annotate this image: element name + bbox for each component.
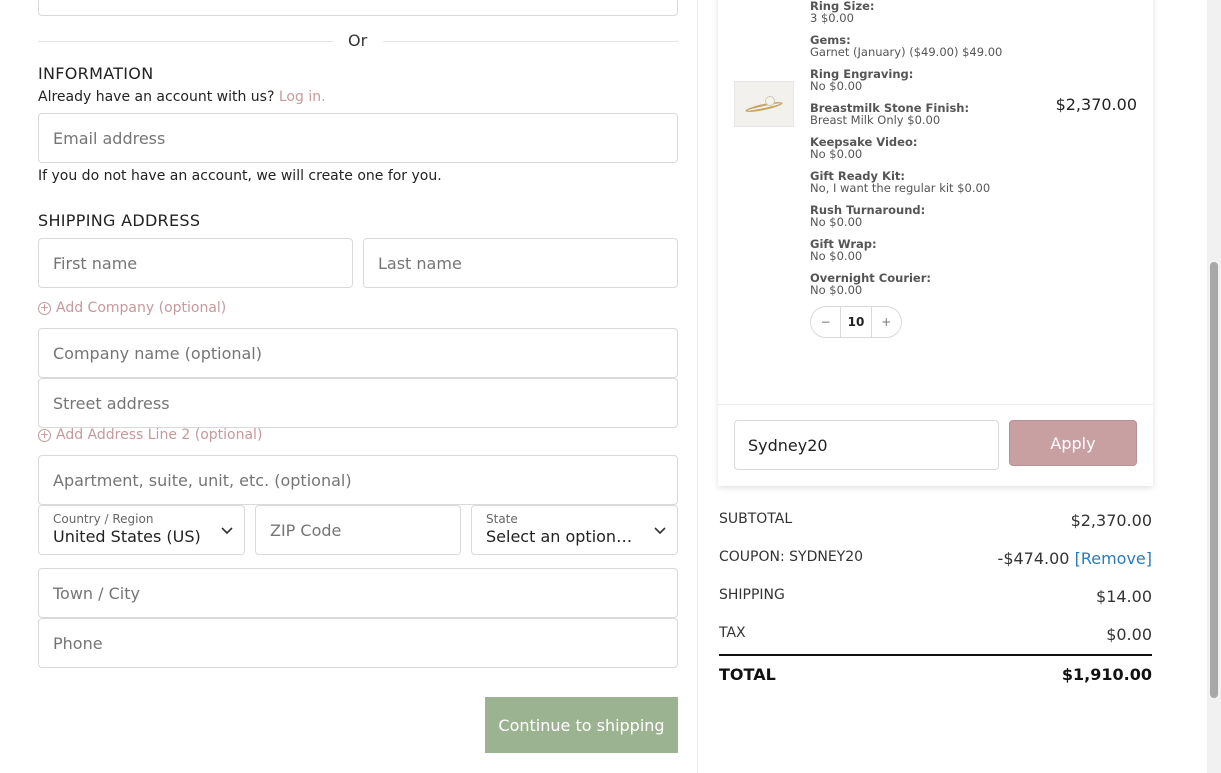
phone-field[interactable]: Phone [38,618,678,668]
quantity-decrease-button[interactable]: − [811,315,840,329]
plus-circle-icon: + [38,300,51,315]
country-select[interactable]: Country / Region United States (US) [38,505,245,555]
chevron-down-icon [654,527,666,535]
state-value: Select an option… [486,527,633,546]
coupon-row: COUPON: SYDNEY20 -$474.00 [Remove] [719,549,1152,568]
coupon-label: COUPON: SYDNEY20 [719,549,864,565]
quantity-value[interactable]: 10 [840,307,872,337]
add-address-line2-link[interactable]: + Add Address Line 2 (optional) [38,427,262,443]
quantity-increase-button[interactable]: + [872,315,901,329]
subtotal-value: $2,370.00 [1070,511,1152,530]
email-field[interactable]: Email address [38,113,678,163]
apply-coupon-button[interactable]: Apply [1009,420,1137,466]
option-value: No $0.00 [810,249,863,263]
add-address-line2-label: Add Address Line 2 (optional) [56,427,263,443]
option-value: No $0.00 [810,215,863,229]
column-divider [697,0,698,773]
plus-circle-icon: + [38,427,51,442]
option-row: Ring Engraving: No $0.00 [810,68,1050,92]
line-item-price: $2,370.00 [1055,95,1137,114]
city-field[interactable]: Town / City [38,568,678,618]
option-value: No $0.00 [810,147,863,161]
coupon-input[interactable]: Sydney20 [734,420,999,470]
option-value: Garnet (January) ($49.00) $49.00 [810,45,1003,59]
divider-right [383,41,678,42]
option-value: No $0.00 [810,283,863,297]
shipping-row: SHIPPING $14.00 [719,587,1152,606]
option-value: No, I want the regular kit $0.00 [810,181,991,195]
product-options: Ring Size: 3 $0.00 Gems: Garnet (January) … [810,0,1050,306]
account-note: If you do not have an account, we will c… [38,168,442,184]
or-separator: Or [348,31,368,50]
scrollbar-thumb[interactable] [1210,262,1218,698]
ring-stone-shape [765,96,775,106]
option-row: Breastmilk Stone Finish: Breast Milk Only… [810,102,1050,126]
option-row: Keepsake Video: No $0.00 [810,136,1050,160]
zip-field[interactable]: ZIP Code [255,505,461,555]
apartment-field[interactable]: Apartment, suite, unit, etc. (optional) [38,455,678,505]
country-value: United States (US) [53,527,201,546]
information-title: INFORMATION [38,64,154,83]
last-name-field[interactable]: Last name [363,238,678,288]
total-row: TOTAL $1,910.00 [719,665,1152,684]
option-value: No $0.00 [810,79,863,93]
page-scrollbar[interactable] [1207,0,1221,773]
total-label: TOTAL [719,665,776,684]
cart-summary-card: Ring Size: 3 $0.00 Gems: Garnet (January) … [718,0,1153,486]
previous-field[interactable] [38,0,678,16]
option-row: Gift Wrap: No $0.00 [810,238,1050,262]
first-name-field[interactable]: First name [38,238,353,288]
tax-row: TAX $0.00 [719,625,1152,644]
option-value: Breast Milk Only $0.00 [810,113,941,127]
total-value: $1,910.00 [1061,665,1152,684]
shipping-label: SHIPPING [719,587,785,603]
ring-band-shape [744,100,784,114]
tax-label: TAX [719,625,746,641]
tax-value: $0.00 [1106,625,1152,644]
total-divider [719,654,1152,656]
add-company-link[interactable]: + Add Company (optional) [38,300,226,316]
option-row: Gems: Garnet (January) ($49.00) $49.00 [810,34,1050,58]
coupon-amount-group: -$474.00 [Remove] [998,549,1152,568]
company-field[interactable]: Company name (optional) [38,328,678,378]
card-separator [718,404,1153,405]
chevron-down-icon [221,527,233,535]
state-select[interactable]: State Select an option… [471,505,678,555]
street-field[interactable]: Street address [38,378,678,428]
shipping-title: SHIPPING ADDRESS [38,211,201,230]
coupon-value: -$474.00 [997,549,1070,568]
login-link[interactable]: Log in. [279,89,326,105]
account-prompt-text: Already have an account with us? [38,89,275,105]
option-row: Gift Ready Kit: No, I want the regular ki… [810,170,1050,194]
account-prompt: Already have an account with us? Log in. [38,89,326,105]
country-label: Country / Region [53,512,154,526]
quantity-stepper: − 10 + [810,306,902,338]
continue-to-shipping-button[interactable]: Continue to shipping [485,697,678,753]
option-row: Overnight Courier: No $0.00 [810,272,1050,296]
option-row: Rush Turnaround: No $0.00 [810,204,1050,228]
divider-left [38,41,333,42]
product-thumbnail[interactable] [734,81,794,127]
option-row: Ring Size: 3 $0.00 [810,0,1050,24]
state-label: State [486,512,518,526]
add-company-label: Add Company (optional) [56,300,227,316]
subtotal-row: SUBTOTAL $2,370.00 [719,511,1152,530]
remove-coupon-link[interactable]: [Remove] [1075,549,1152,568]
option-value: 3 $0.00 [810,11,854,25]
subtotal-label: SUBTOTAL [719,511,793,527]
shipping-value: $14.00 [1096,587,1152,606]
